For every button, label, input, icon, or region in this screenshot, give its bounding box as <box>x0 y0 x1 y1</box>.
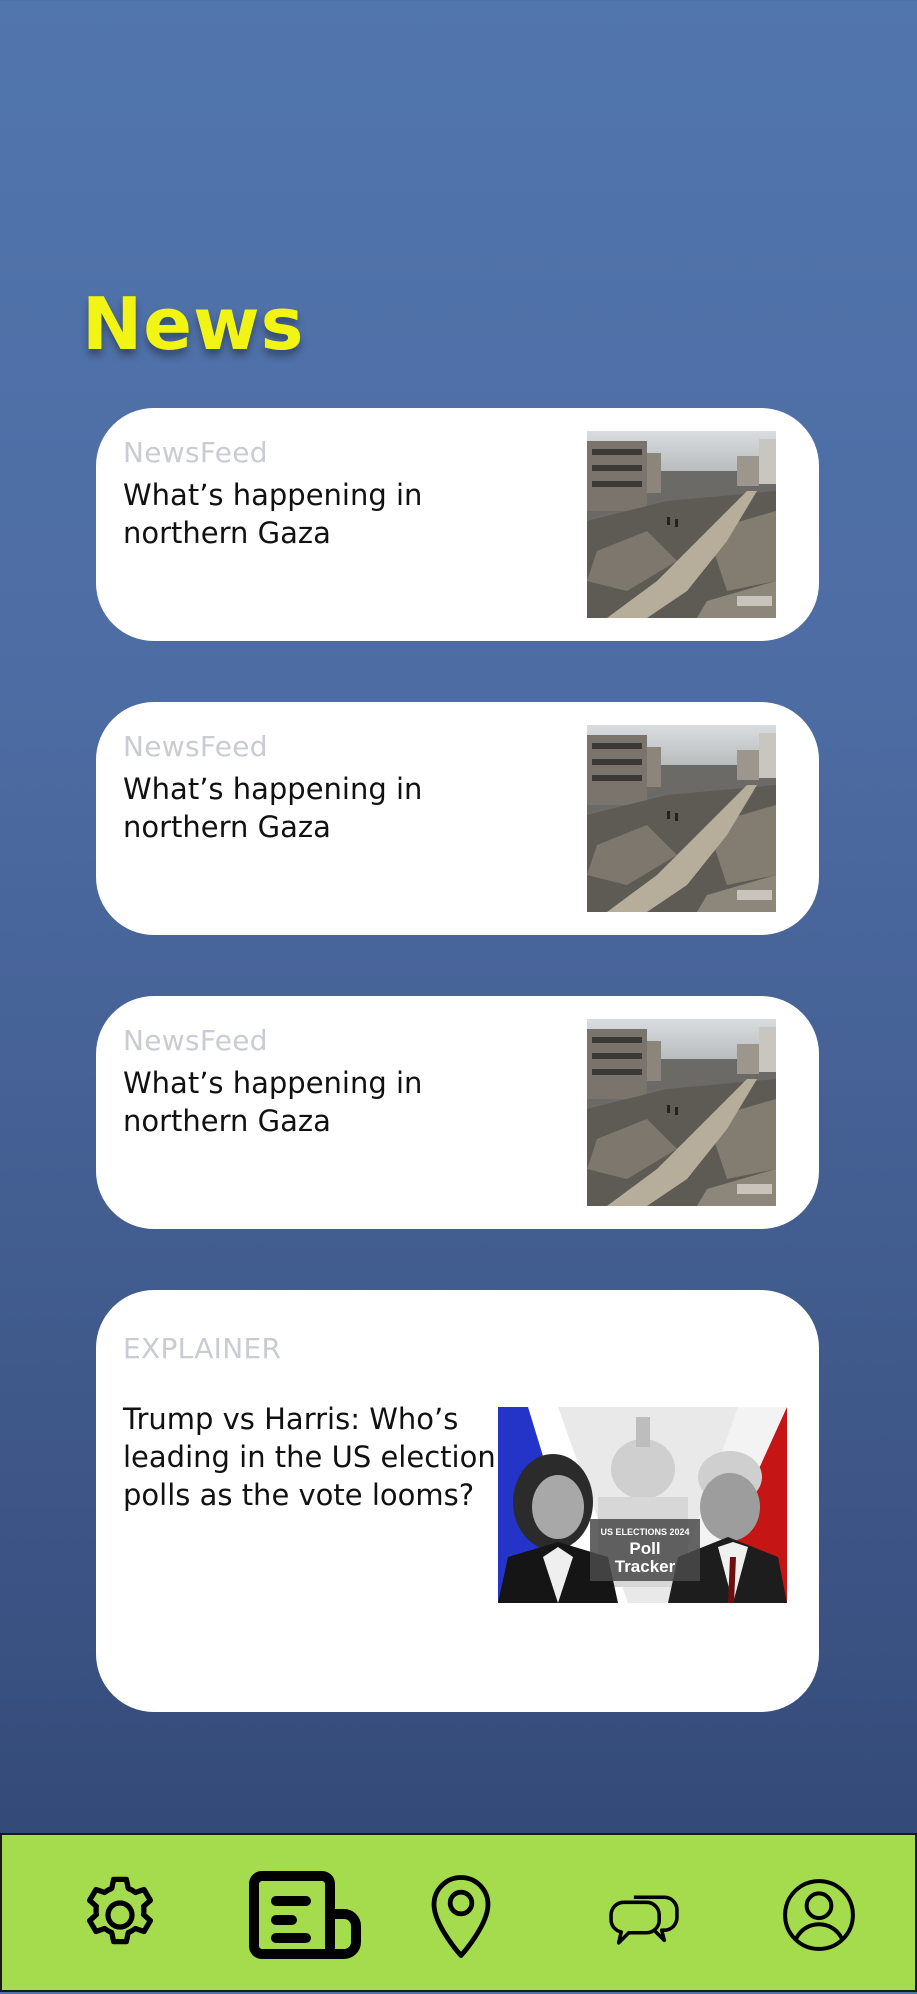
poll-tracker-caption-line1: Poll <box>629 1539 660 1558</box>
explainer-card-kicker: EXPLAINER <box>123 1332 282 1365</box>
news-card-kicker: NewsFeed <box>123 1024 268 1057</box>
nav-location-button[interactable] <box>401 1835 521 1994</box>
page-title: News <box>82 282 305 366</box>
news-card-headline: What’s happening in northern Gaza <box>123 1066 423 1138</box>
news-card-kicker: NewsFeed <box>123 436 268 469</box>
location-pin-icon <box>431 1874 491 1958</box>
nav-chat-button[interactable] <box>584 1835 704 1994</box>
news-card-thumbnail <box>587 431 776 618</box>
news-card[interactable]: NewsFeed What’s happening in northern Ga… <box>96 408 819 641</box>
chat-bubbles-icon <box>609 1894 679 1945</box>
settings-gear-icon <box>87 1876 153 1944</box>
news-card-kicker: NewsFeed <box>123 730 268 763</box>
poll-tracker-caption-line2: Tracker <box>615 1557 676 1576</box>
news-card-thumbnail <box>587 1019 776 1206</box>
news-card-thumbnail <box>587 725 776 912</box>
news-card-headline: What’s happening in northern Gaza <box>123 772 423 844</box>
news-card[interactable]: NewsFeed What’s happening in northern Ga… <box>96 702 819 935</box>
poll-tracker-caption-small: US ELECTIONS 2024 <box>600 1527 689 1537</box>
nav-settings-button[interactable] <box>60 1835 180 1994</box>
news-card-headline: What’s happening in northern Gaza <box>123 478 423 550</box>
explainer-card-headline: Trump vs Harris: Who’s leading in the US… <box>123 1402 496 1512</box>
explainer-card[interactable]: EXPLAINER Trump vs Harris: Who’s leading… <box>96 1290 819 1712</box>
poll-tracker-image: US ELECTIONS 2024 Poll Tracker <box>498 1407 787 1603</box>
news-card[interactable]: NewsFeed What’s happening in northern Ga… <box>96 996 819 1229</box>
news-icon <box>249 1870 361 1959</box>
nav-profile-button[interactable] <box>759 1835 879 1994</box>
nav-news-button[interactable] <box>245 1835 365 1994</box>
profile-icon <box>783 1878 855 1951</box>
bottom-nav <box>0 1833 917 1992</box>
